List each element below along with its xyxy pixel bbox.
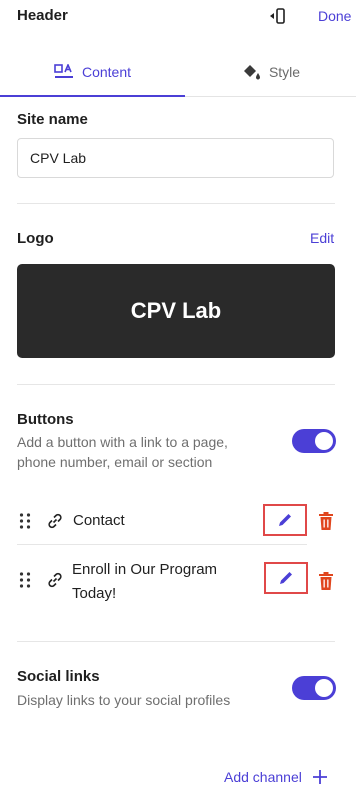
drag-handle-icon[interactable] — [19, 512, 31, 530]
social-links-toggle[interactable] — [292, 676, 336, 700]
button-item-label: Enroll in Our Program Today! — [72, 561, 218, 602]
button-item: Enroll in Our Program Today! — [17, 558, 356, 610]
toggle-knob — [315, 679, 333, 697]
tab-content[interactable]: Content — [0, 48, 185, 97]
social-links-label: Social links — [17, 668, 100, 685]
edit-button[interactable] — [263, 504, 307, 536]
buttons-label: Buttons — [17, 411, 74, 428]
social-links-description: Display links to your social profiles — [17, 692, 231, 708]
link-icon — [48, 572, 62, 588]
trash-icon[interactable] — [317, 571, 335, 591]
link-icon — [48, 513, 62, 529]
pencil-icon — [279, 514, 291, 526]
logo-label: Logo — [17, 230, 54, 247]
trash-icon[interactable] — [317, 511, 335, 531]
button-item: Contact — [17, 504, 356, 540]
content-layout-icon — [54, 63, 73, 78]
site-name-input[interactable] — [17, 138, 334, 178]
done-button[interactable]: Done — [318, 8, 351, 24]
device-preview-icon[interactable] — [268, 7, 288, 25]
pencil-icon — [280, 572, 292, 584]
drag-handle-icon[interactable] — [19, 571, 31, 589]
buttons-description: Add a button with a link to a page, phon… — [17, 434, 228, 470]
site-name-label: Site name — [17, 111, 88, 128]
add-channel-button[interactable]: Add channel — [224, 769, 328, 785]
tab-bar: Content Style — [0, 48, 356, 97]
logo-preview-text: CPV Lab — [130, 298, 222, 323]
divider — [17, 384, 335, 385]
plus-icon — [312, 770, 327, 784]
logo-edit-link[interactable]: Edit — [310, 230, 334, 246]
tab-style-label: Style — [268, 63, 301, 80]
paint-bucket-icon — [243, 64, 260, 79]
panel-header: Header Done — [0, 0, 356, 34]
edit-button[interactable] — [264, 562, 308, 594]
logo-preview[interactable]: CPV Lab — [17, 264, 335, 358]
add-channel-label: Add channel — [224, 769, 302, 785]
divider — [17, 203, 335, 204]
toggle-knob — [315, 432, 333, 450]
tab-content-label: Content — [81, 63, 132, 80]
divider — [17, 544, 307, 545]
tab-style[interactable]: Style — [185, 48, 356, 95]
buttons-toggle[interactable] — [292, 429, 336, 453]
divider — [17, 641, 335, 642]
panel-title: Header — [17, 7, 68, 24]
button-item-label: Contact — [73, 512, 125, 529]
